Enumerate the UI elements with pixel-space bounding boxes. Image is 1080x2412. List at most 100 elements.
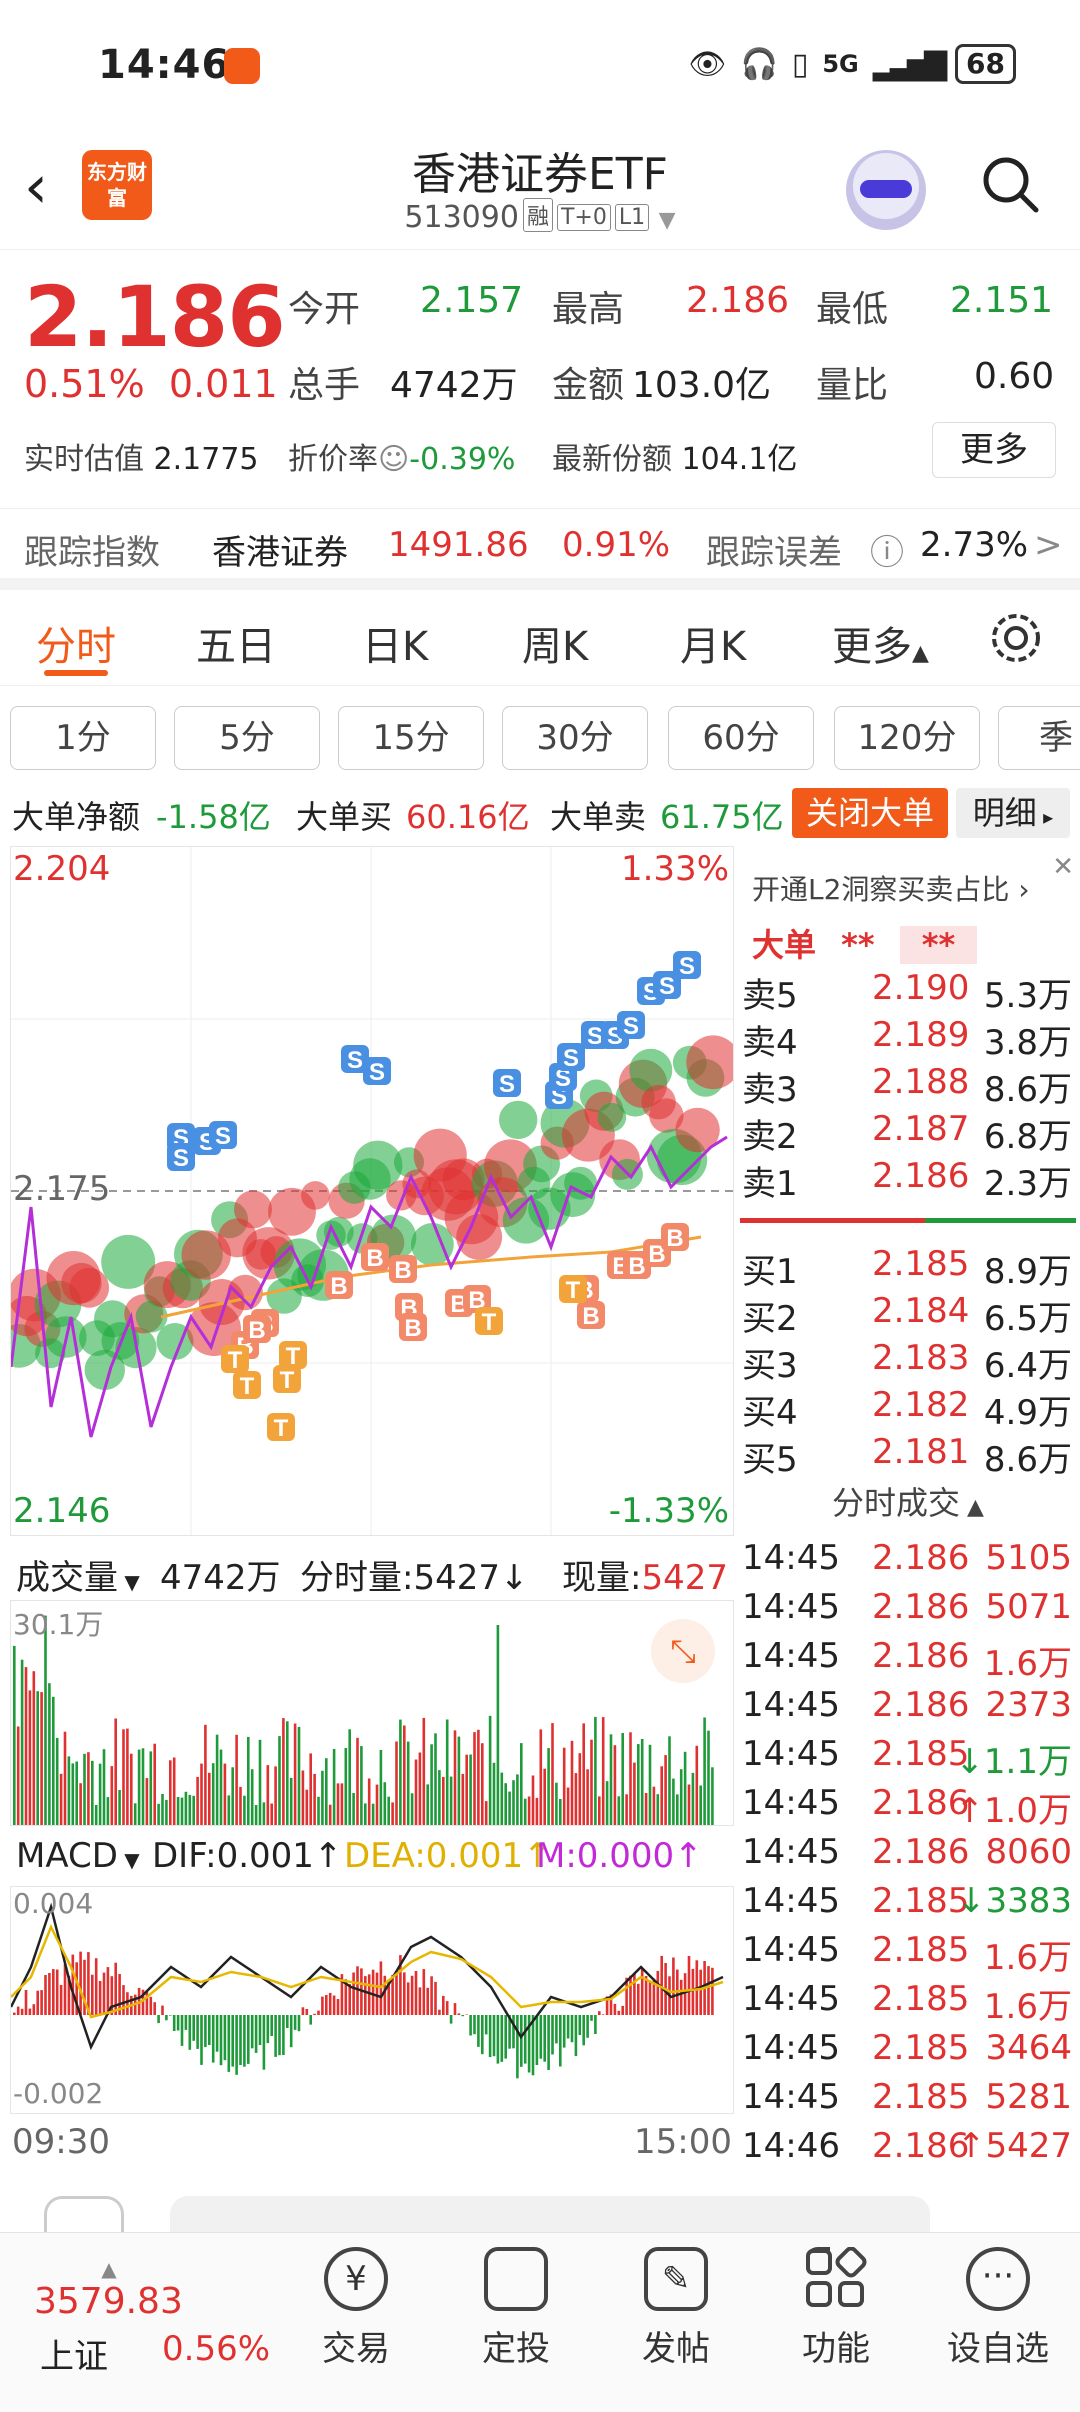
intraday-chart[interactable]: SSSSSSSSSSSSSSSSBBBBBBBBBBBBBBBBTTTTTTT …: [0, 846, 741, 1536]
low-label: 最低: [816, 289, 889, 330]
volume-bar: [28, 1690, 32, 1825]
tab-more-label: 更多: [832, 624, 912, 670]
tick-row[interactable]: 14:45 2.185 5281: [742, 2077, 1078, 2125]
close-icon[interactable]: ✕: [1052, 852, 1074, 882]
tick-row[interactable]: 14:45 2.185 ↓1.1万: [742, 1734, 1078, 1782]
volume-bar: [508, 1791, 511, 1825]
tick-row[interactable]: 14:45 2.185 ↓3383: [742, 1881, 1078, 1929]
tick-volume: 5105: [985, 1538, 1072, 1578]
macd-bar: [640, 1968, 644, 2015]
nav-trade[interactable]: ¥ 交易: [286, 2247, 426, 2370]
volume-bar: [130, 1753, 133, 1825]
volume-bar: [516, 1774, 519, 1825]
interval-120m[interactable]: 120分: [834, 706, 980, 770]
tab-intraday[interactable]: 分时: [36, 614, 116, 672]
macd-bar: [254, 2015, 258, 2053]
volume-bar: [683, 1751, 687, 1825]
tab-daily[interactable]: 日K: [362, 614, 428, 672]
trade-marker-b: B: [243, 1315, 271, 1344]
macd-dea: DEA:0.001↑: [344, 1836, 552, 1876]
interval-60m[interactable]: 60分: [668, 706, 814, 770]
tab-five-day[interactable]: 五日: [196, 614, 276, 672]
comment-icon[interactable]: [44, 2196, 124, 2232]
volume-selector[interactable]: 成交量 ▼: [16, 1550, 140, 1599]
more-button[interactable]: 更多: [932, 422, 1056, 478]
tracking-row[interactable]: 跟踪指数 香港证券 1491.86 0.91% 跟踪误差 ⓘ 2.73% >: [0, 508, 1080, 578]
bid-row[interactable]: 买4 2.182 4.9万: [742, 1385, 1078, 1433]
volume-bar: [586, 1769, 589, 1825]
l2-promo-link[interactable]: 开通L2洞察买卖占比 ›: [752, 868, 1030, 908]
tick-row[interactable]: 14:45 2.186 5071: [742, 1587, 1078, 1635]
bid-row[interactable]: 买1 2.185 8.9万: [742, 1244, 1078, 1292]
nav-post[interactable]: ✎ 发帖: [606, 2247, 746, 2370]
ask-row[interactable]: 卖5 2.190 5.3万: [742, 968, 1078, 1016]
macd-chart[interactable]: 0.004 -0.002: [9, 1886, 734, 2114]
volume-bar: [492, 1762, 496, 1825]
tick-time: 14:46: [742, 2126, 840, 2166]
stock-header: ‹ 东方财富 香港证券ETF 513090 融 T+0 L1 ▼: [0, 130, 1080, 250]
volume-bar: [344, 1748, 348, 1825]
assistant-avatar[interactable]: [846, 150, 926, 230]
info-icon[interactable]: ☺: [378, 442, 409, 477]
help-icon[interactable]: ⓘ: [870, 525, 904, 574]
volume-chart[interactable]: 30.1万 ⤡: [10, 1600, 734, 1826]
ticks-label: 分时成交: [832, 1484, 961, 1522]
tick-row[interactable]: 14:45 2.186 2373: [742, 1685, 1078, 1733]
interval-15m[interactable]: 15分: [338, 706, 484, 770]
settings-icon[interactable]: [988, 610, 1044, 666]
volume-bar: [711, 1767, 714, 1825]
tick-row[interactable]: 14:46 2.186 ↑5427: [742, 2126, 1078, 2174]
comment-input[interactable]: [170, 2196, 930, 2232]
bid-row[interactable]: 买3 2.183 6.4万: [742, 1338, 1078, 1386]
tick-row[interactable]: 14:45 2.185 1.6万: [742, 1930, 1078, 1978]
macd-bar: [114, 1962, 117, 2015]
ask-row[interactable]: 卖3 2.188 8.6万: [742, 1062, 1078, 1110]
macd-bar: [122, 1985, 125, 2015]
bid-row[interactable]: 买2 2.184 6.5万: [742, 1291, 1078, 1339]
volume-bar: [243, 1795, 246, 1825]
macd-bar: [699, 1969, 702, 2015]
macd-bar: [24, 1990, 28, 2015]
change-pct: 0.51%: [24, 362, 145, 406]
trade-marker-t: T: [279, 1341, 307, 1370]
interval-5m[interactable]: 5分: [174, 706, 320, 770]
search-icon[interactable]: [980, 154, 1040, 214]
macd-bar: [488, 2015, 492, 2058]
tick-row[interactable]: 14:45 2.186 ↑1.0万: [742, 1783, 1078, 1831]
bid-row[interactable]: 买5 2.181 8.6万: [742, 1432, 1078, 1480]
ticks-header[interactable]: 分时成交 ▲: [736, 1478, 1080, 1524]
tab-monthly[interactable]: 月K: [680, 614, 746, 672]
macd-bar: [286, 2015, 289, 2028]
interval-quarter[interactable]: 季: [998, 706, 1080, 770]
ask-row[interactable]: 卖1 2.186 2.3万: [742, 1156, 1078, 1204]
volume-bar: [648, 1744, 652, 1825]
tick-row[interactable]: 14:45 2.186 8060: [742, 1832, 1078, 1880]
nav-watchlist[interactable]: ··· 设自选: [928, 2247, 1068, 2370]
tick-row[interactable]: 14:45 2.185 3464: [742, 2028, 1078, 2076]
tab-more[interactable]: 更多▲: [832, 614, 929, 672]
macd-bar: [535, 2015, 539, 2065]
ask-row[interactable]: 卖2 2.187 6.8万: [742, 1109, 1078, 1157]
tick-row[interactable]: 14:45 2.185 1.6万: [742, 1979, 1078, 2027]
volume-bar: [282, 1718, 285, 1825]
tick-volume: 3464: [985, 2028, 1072, 2068]
nav-invest[interactable]: 定投: [446, 2247, 586, 2370]
tick-row[interactable]: 14:45 2.186 1.6万: [742, 1636, 1078, 1684]
macd-bar: [445, 2001, 449, 2015]
interval-30m[interactable]: 30分: [502, 706, 648, 770]
trade-marker-t: T: [559, 1275, 587, 1304]
nav-functions[interactable]: 功能: [766, 2246, 906, 2370]
fullscreen-icon[interactable]: ⤡: [651, 1619, 715, 1683]
bid-price: 2.185: [872, 1244, 970, 1284]
volume-bar: [672, 1778, 675, 1825]
volume-bar: [387, 1796, 390, 1825]
ask-row[interactable]: 卖4 2.189 3.8万: [742, 1015, 1078, 1063]
macd-selector[interactable]: MACD ▼: [16, 1836, 140, 1876]
index-ticker[interactable]: ▲ 3579.83: [34, 2257, 184, 2322]
tick-row[interactable]: 14:45 2.186 5105: [742, 1538, 1078, 1586]
tab-weekly[interactable]: 周K: [522, 614, 588, 672]
close-big-order-button[interactable]: 关闭大单: [792, 788, 948, 838]
interval-1m[interactable]: 1分: [10, 706, 156, 770]
detail-button[interactable]: 明细 ▸: [956, 788, 1070, 838]
ask-volume: 8.6万: [983, 1070, 1072, 1110]
